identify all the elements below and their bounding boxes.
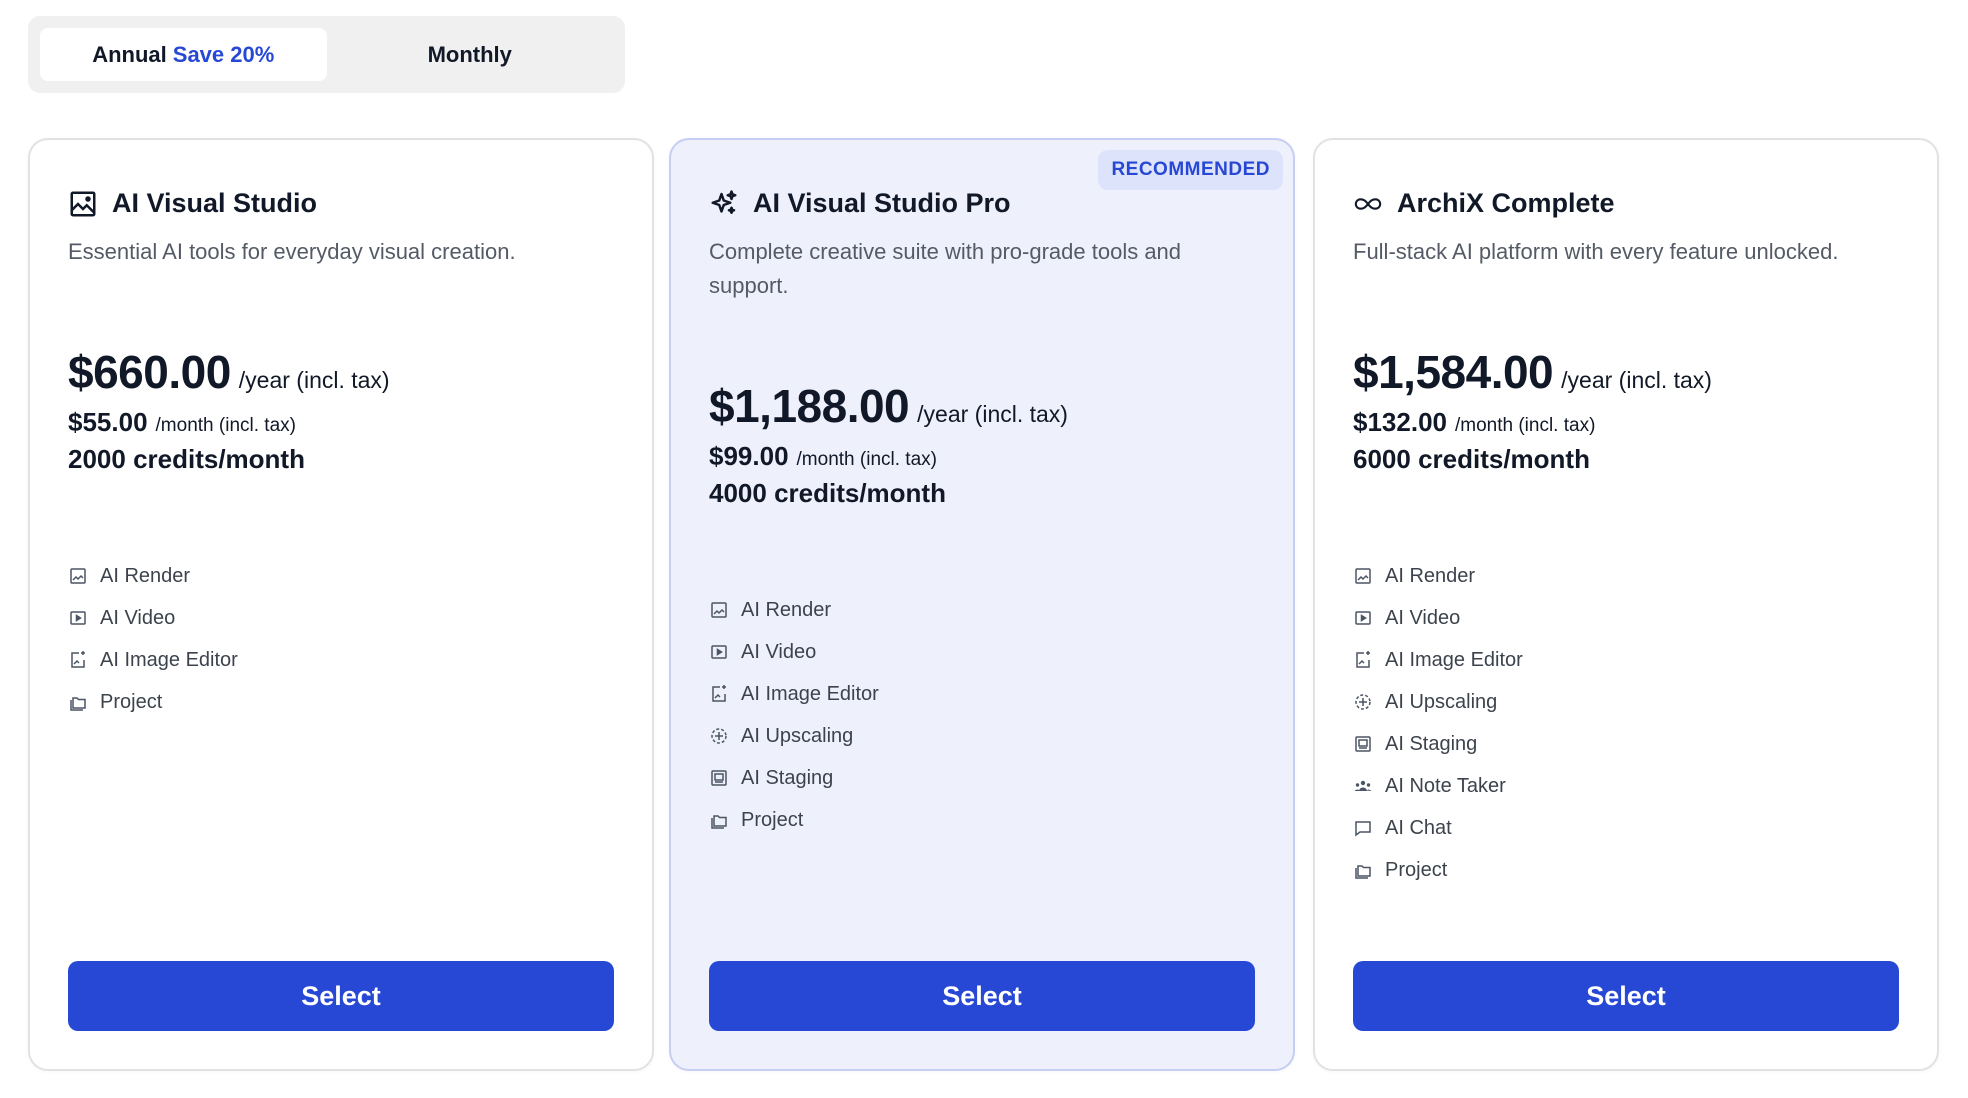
billing-toggle: Annual Save 20% Monthly bbox=[28, 16, 625, 93]
feature-label: AI Image Editor bbox=[100, 648, 238, 671]
price-year: $660.00 bbox=[68, 346, 231, 398]
recommended-badge: RECOMMENDED bbox=[1098, 150, 1283, 190]
feature-item: Project bbox=[1353, 849, 1899, 891]
feature-label: AI Render bbox=[1385, 564, 1476, 587]
feature-item: AI Note Taker bbox=[1353, 765, 1899, 807]
folders-icon bbox=[1355, 865, 1371, 879]
plan-title: AI Visual Studio Pro bbox=[753, 188, 1011, 218]
price-year-suffix: /year (incl. tax) bbox=[917, 401, 1068, 427]
feature-item: AI Staging bbox=[1353, 723, 1899, 765]
select-button[interactable]: Select bbox=[68, 961, 614, 1031]
feature-item: Project bbox=[709, 799, 1255, 841]
feature-list: AI Render AI Video AI Image Editor AI Up… bbox=[709, 589, 1255, 841]
save-badge: Save 20% bbox=[172, 41, 275, 67]
feature-label: AI Render bbox=[100, 564, 191, 587]
feature-label: AI Video bbox=[100, 606, 176, 629]
plan-card-archix-complete: ArchiX Complete Full-stack AI platform w… bbox=[1313, 138, 1939, 1071]
plan-title: ArchiX Complete bbox=[1397, 188, 1615, 218]
plan-description: Essential AI tools for everyday visual c… bbox=[68, 239, 516, 264]
feature-item: AI Render bbox=[68, 555, 614, 597]
staging-icon bbox=[1355, 736, 1371, 752]
feature-item: AI Video bbox=[1353, 597, 1899, 639]
plan-title: AI Visual Studio bbox=[112, 188, 318, 218]
people-icon bbox=[1354, 780, 1372, 791]
feature-label: AI Staging bbox=[741, 766, 834, 789]
feature-item: AI Image Editor bbox=[68, 639, 614, 681]
render-icon bbox=[1355, 568, 1371, 584]
annual-label: Annual bbox=[92, 41, 167, 67]
video-icon bbox=[70, 611, 86, 625]
feature-item: AI Render bbox=[1353, 555, 1899, 597]
feature-label: AI Image Editor bbox=[1385, 648, 1523, 671]
sparkles-icon bbox=[711, 189, 737, 214]
plan-card-ai-visual-studio-pro: RECOMMENDED AI Visual Studio Pro Complet… bbox=[669, 138, 1295, 1071]
feature-item: AI Upscaling bbox=[709, 715, 1255, 757]
credits: 6000 credits/month bbox=[1353, 444, 1590, 474]
render-icon bbox=[711, 602, 727, 618]
feature-item: AI Image Editor bbox=[1353, 639, 1899, 681]
feature-label: Project bbox=[1385, 858, 1448, 881]
monthly-label: Monthly bbox=[427, 41, 512, 67]
feature-list: AI Render AI Video AI Image Editor AI Up… bbox=[1353, 555, 1899, 891]
feature-item: AI Chat bbox=[1353, 807, 1899, 849]
credits: 4000 credits/month bbox=[709, 478, 946, 508]
plan-description: Full-stack AI platform with every featur… bbox=[1353, 239, 1839, 264]
image-edit-icon bbox=[712, 685, 726, 702]
feature-item: AI Upscaling bbox=[1353, 681, 1899, 723]
price-month-suffix: /month (incl. tax) bbox=[1454, 415, 1596, 436]
price-year: $1,584.00 bbox=[1353, 346, 1554, 398]
feature-label: AI Render bbox=[741, 598, 832, 621]
price-month: $132.00 bbox=[1353, 407, 1447, 437]
price-month-suffix: /month (incl. tax) bbox=[155, 415, 296, 436]
price-month-suffix: /month (incl. tax) bbox=[796, 449, 937, 470]
price-year-suffix: /year (incl. tax) bbox=[238, 367, 390, 393]
feature-label: Project bbox=[100, 690, 163, 713]
feature-item: Project bbox=[68, 681, 614, 723]
upscale-icon bbox=[1355, 694, 1371, 710]
feature-label: AI Staging bbox=[1385, 732, 1478, 755]
feature-label: AI Upscaling bbox=[741, 724, 854, 747]
select-button[interactable]: Select bbox=[1353, 961, 1899, 1031]
credits: 2000 credits/month bbox=[68, 444, 305, 474]
video-icon bbox=[711, 645, 727, 659]
select-button[interactable]: Select bbox=[709, 961, 1255, 1031]
feature-item: AI Image Editor bbox=[709, 673, 1255, 715]
plan-description: Complete creative suite with pro-grade t… bbox=[709, 239, 1182, 298]
image-icon bbox=[70, 191, 96, 216]
feature-list: AI Render AI Video AI Image Editor Proje… bbox=[68, 555, 614, 723]
feature-label: AI Video bbox=[741, 640, 817, 663]
feature-label: AI Note Taker bbox=[1385, 774, 1506, 797]
infinity-icon bbox=[1354, 197, 1382, 210]
staging-icon bbox=[711, 770, 727, 786]
folders-icon bbox=[711, 815, 727, 829]
feature-item: AI Render bbox=[709, 589, 1255, 631]
render-icon bbox=[70, 568, 86, 584]
price-year-suffix: /year (incl. tax) bbox=[1561, 367, 1712, 393]
feature-item: AI Staging bbox=[709, 757, 1255, 799]
plan-card-ai-visual-studio: AI Visual Studio Essential AI tools for … bbox=[28, 138, 654, 1071]
monthly-option[interactable]: Monthly bbox=[327, 28, 614, 81]
feature-label: AI Upscaling bbox=[1385, 690, 1498, 713]
feature-label: AI Chat bbox=[1385, 816, 1452, 839]
image-edit-icon bbox=[1356, 651, 1370, 668]
feature-item: AI Video bbox=[68, 597, 614, 639]
price-year: $1,188.00 bbox=[709, 380, 910, 432]
price-month: $99.00 bbox=[709, 441, 789, 471]
folders-icon bbox=[70, 697, 86, 711]
feature-label: Project bbox=[741, 808, 804, 831]
image-edit-icon bbox=[71, 651, 85, 668]
feature-item: AI Video bbox=[709, 631, 1255, 673]
chat-icon bbox=[1355, 821, 1371, 837]
feature-label: AI Video bbox=[1385, 606, 1461, 629]
annual-option[interactable]: Annual Save 20% bbox=[40, 28, 327, 81]
feature-label: AI Image Editor bbox=[741, 682, 879, 705]
upscale-icon bbox=[711, 728, 727, 744]
price-month: $55.00 bbox=[68, 407, 148, 437]
video-icon bbox=[1355, 611, 1371, 625]
